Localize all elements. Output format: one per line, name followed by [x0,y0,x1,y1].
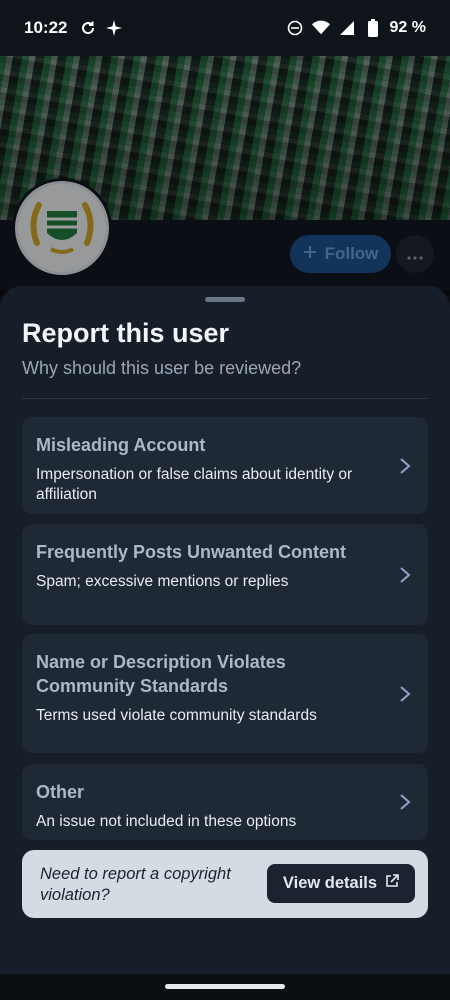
option-misleading-account[interactable]: Misleading Account Impersonation or fals… [22,417,428,514]
status-time: 10:22 [24,18,68,37]
battery-percent: 92 % [389,19,426,36]
signal-icon [338,19,356,37]
option-description: Terms used violate community standards [36,707,317,724]
option-description: Spam; excessive mentions or replies [36,573,289,590]
view-details-button[interactable]: View details [267,864,415,903]
option-description: Impersonation or false claims about iden… [36,466,353,503]
chevron-right-icon [400,794,411,810]
option-title: Frequently Posts Unwanted Content [36,542,347,562]
navigation-bar [0,974,450,1000]
chevron-right-icon [400,685,411,702]
sparkle-icon [105,19,123,37]
sheet-subtitle: Why should this user be reviewed? [22,358,302,378]
sheet-drag-handle[interactable] [205,297,245,302]
battery-icon [364,19,382,37]
wifi-icon [311,19,330,37]
chevron-right-icon [400,457,411,474]
option-description: An issue not included in these options [36,813,297,830]
option-title: Name or Description Violates Community S… [36,652,286,696]
external-link-icon [385,874,399,893]
sheet-scrim[interactable] [0,56,450,296]
copyright-notice: Need to report a copyright violation? Vi… [22,850,428,918]
option-violates-standards[interactable]: Name or Description Violates Community S… [22,634,428,753]
divider [22,398,428,399]
copyright-text: Need to report a copyright violation? [40,865,231,904]
dnd-icon [286,19,304,37]
sync-icon [79,19,97,37]
option-other[interactable]: Other An issue not included in these opt… [22,764,428,840]
option-title: Other [36,782,85,802]
report-sheet: Report this user Why should this user be… [0,286,450,974]
option-title: Misleading Account [36,435,206,455]
view-details-label: View details [282,874,378,892]
chevron-right-icon [400,566,411,583]
option-unwanted-content[interactable]: Frequently Posts Unwanted Content Spam; … [22,524,428,625]
status-bar: 10:22 92 % [0,0,450,56]
home-gesture-handle[interactable] [165,984,285,989]
sheet-title: Report this user [22,318,230,348]
